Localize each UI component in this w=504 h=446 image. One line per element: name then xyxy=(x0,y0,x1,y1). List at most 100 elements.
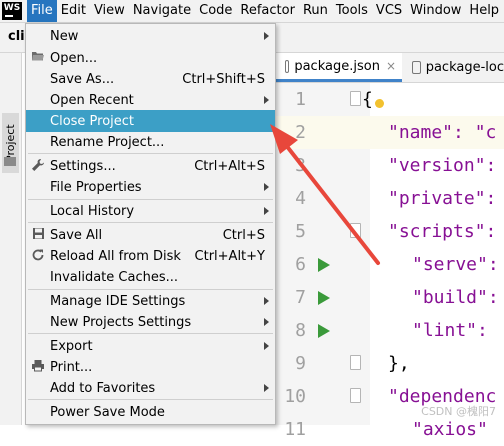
code-line: 1 { xyxy=(276,83,504,116)
menu-help[interactable]: Help xyxy=(465,0,503,22)
code-text: "build": xyxy=(412,287,499,308)
left-tool-strip: Project xyxy=(0,53,22,425)
submenu-arrow-icon xyxy=(264,297,269,305)
project-name[interactable]: cli xyxy=(8,29,25,44)
submenu-arrow-icon xyxy=(264,96,269,104)
line-number: 6 xyxy=(295,254,306,275)
menu-run[interactable]: Run xyxy=(299,0,332,22)
line-number: 9 xyxy=(295,353,306,374)
line-number: 1 xyxy=(295,89,306,110)
menu-item-rename-project[interactable]: Rename Project... xyxy=(26,131,275,153)
submenu-arrow-icon xyxy=(264,183,269,191)
editor-tab-bar: package.json × package-loc xyxy=(276,53,504,83)
code-text: "serve": xyxy=(412,254,499,275)
print-icon xyxy=(30,359,46,375)
menu-file[interactable]: File xyxy=(27,0,57,22)
save-icon xyxy=(30,227,46,243)
line-number: 8 xyxy=(295,320,306,341)
tab-package-lock[interactable]: package-loc xyxy=(403,53,504,82)
webstorm-logo: WS xyxy=(2,2,22,20)
code-text: "version": xyxy=(388,155,497,176)
menu-item-new[interactable]: New xyxy=(26,25,275,47)
submenu-arrow-icon xyxy=(264,207,269,215)
submenu-arrow-icon xyxy=(264,318,269,326)
code-editor[interactable]: 1 { 2 "name": "c 3 "version": 4 "private… xyxy=(276,83,504,440)
json-file-icon xyxy=(412,61,421,74)
code-text: "name": "c xyxy=(388,122,497,143)
line-number: 11 xyxy=(284,419,306,440)
menu-vcs[interactable]: VCS xyxy=(372,0,406,22)
line-number: 10 xyxy=(284,386,306,407)
line-number: 5 xyxy=(295,221,306,242)
code-line: 3 "version": xyxy=(276,149,504,182)
code-line: 9 }, xyxy=(276,347,504,380)
wrench-icon xyxy=(30,158,46,174)
menu-navigate[interactable]: Navigate xyxy=(129,0,195,22)
menu-item-save-all[interactable]: Save All Ctrl+S xyxy=(26,224,275,246)
run-script-icon[interactable] xyxy=(318,258,330,272)
menu-view[interactable]: View xyxy=(90,0,129,22)
menu-item-local-history[interactable]: Local History xyxy=(26,200,275,222)
file-menu-dropdown: New Open... Save As... Ctrl+Shift+S Open… xyxy=(25,23,276,425)
code-line: 4 "private": xyxy=(276,182,504,215)
code-text: "private": xyxy=(388,188,497,209)
submenu-arrow-icon xyxy=(264,342,269,350)
menu-separator xyxy=(28,399,273,400)
menu-item-new-projects-settings[interactable]: New Projects Settings xyxy=(26,311,275,333)
code-line: 7 "build": xyxy=(276,281,504,314)
menu-separator xyxy=(28,222,273,223)
json-file-icon xyxy=(285,59,290,73)
menu-bar: WS File Edit View Navigate Code Refactor… xyxy=(0,0,504,23)
menu-item-close-project[interactable]: Close Project xyxy=(26,110,275,132)
tab-package-json[interactable]: package.json × xyxy=(276,53,402,82)
code-text: }, xyxy=(388,353,410,374)
menu-item-open-recent[interactable]: Open Recent xyxy=(26,89,275,111)
folder-icon xyxy=(4,157,16,166)
menu-tools[interactable]: Tools xyxy=(332,0,372,22)
menu-separator xyxy=(28,333,273,334)
code-line: 6 "serve": xyxy=(276,248,504,281)
code-text: "scripts": xyxy=(388,221,497,242)
menu-item-power-save-mode[interactable]: Power Save Mode xyxy=(26,401,275,423)
menu-item-manage-ide-settings[interactable]: Manage IDE Settings xyxy=(26,290,275,312)
menu-item-open[interactable]: Open... xyxy=(26,47,275,69)
menu-item-export[interactable]: Export xyxy=(26,335,275,357)
folder-open-icon xyxy=(30,50,46,66)
code-text: { xyxy=(362,89,373,110)
menu-code[interactable]: Code xyxy=(195,0,236,22)
code-line: 2 "name": "c xyxy=(276,116,504,149)
menu-item-print[interactable]: Print... xyxy=(26,356,275,378)
lightbulb-icon[interactable] xyxy=(375,99,384,108)
menu-item-reload-all[interactable]: Reload All from Disk Ctrl+Alt+Y xyxy=(26,245,275,267)
code-text: "lint": xyxy=(412,320,488,341)
fold-icon[interactable] xyxy=(350,388,361,403)
menu-edit[interactable]: Edit xyxy=(57,0,90,22)
menu-item-settings[interactable]: Settings... Ctrl+Alt+S xyxy=(26,155,275,177)
menu-item-add-to-favorites[interactable]: Add to Favorites xyxy=(26,377,275,399)
fold-icon[interactable] xyxy=(350,355,361,370)
line-number: 3 xyxy=(295,155,306,176)
run-script-icon[interactable] xyxy=(318,291,330,305)
line-number: 4 xyxy=(295,188,306,209)
fold-icon[interactable] xyxy=(350,91,361,106)
menu-item-file-properties[interactable]: File Properties xyxy=(26,176,275,198)
run-script-icon[interactable] xyxy=(318,324,330,338)
tab-label: package.json xyxy=(294,58,380,74)
line-number: 2 xyxy=(295,122,306,143)
close-tab-icon[interactable]: × xyxy=(386,59,396,73)
fold-icon[interactable] xyxy=(350,223,361,238)
reload-icon xyxy=(30,248,46,264)
menu-item-invalidate-caches[interactable]: Invalidate Caches... xyxy=(26,266,275,288)
line-number: 7 xyxy=(295,287,306,308)
menu-item-save-as[interactable]: Save As... Ctrl+Shift+S xyxy=(26,68,275,90)
submenu-arrow-icon xyxy=(264,384,269,392)
tab-label: package-loc xyxy=(425,60,504,75)
menu-window[interactable]: Window xyxy=(406,0,465,22)
code-text: "axios" xyxy=(412,419,488,440)
code-line: 5 "scripts": xyxy=(276,215,504,248)
code-line: 8 "lint": xyxy=(276,314,504,347)
menu-refactor[interactable]: Refactor xyxy=(236,0,299,22)
menu-separator xyxy=(28,153,273,154)
watermark: CSDN @槐阳7 xyxy=(421,405,496,418)
submenu-arrow-icon xyxy=(264,32,269,40)
